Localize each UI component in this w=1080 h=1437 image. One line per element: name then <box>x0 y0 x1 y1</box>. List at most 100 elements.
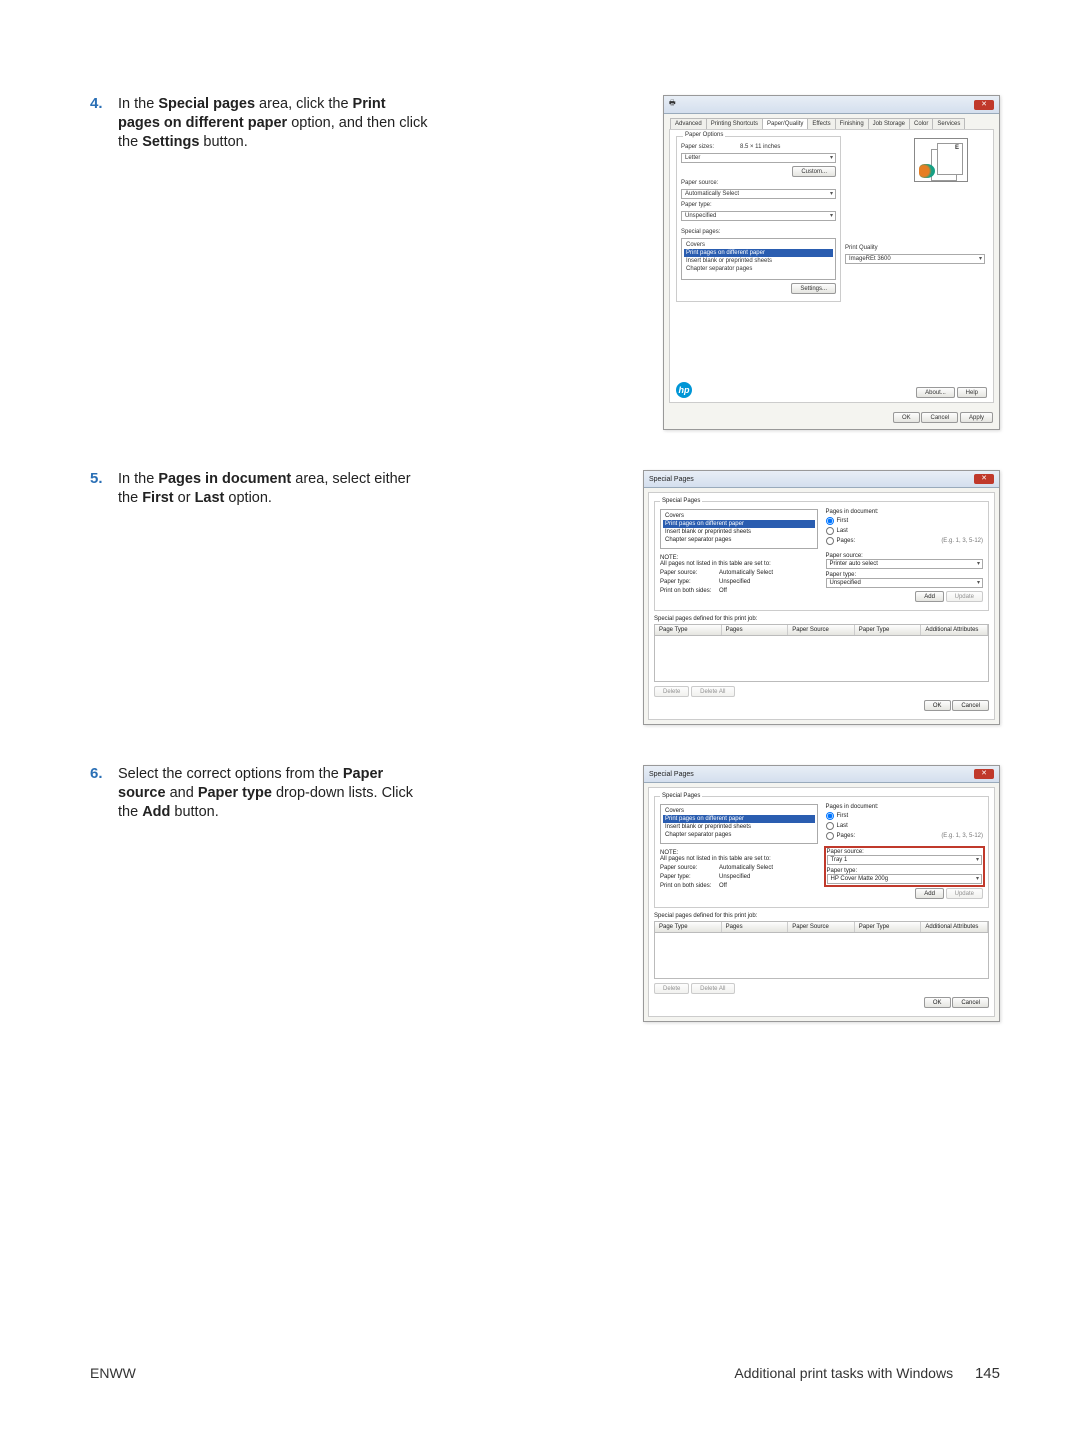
list-item[interactable]: Insert blank or preprinted sheets <box>663 823 815 831</box>
page-number: 145 <box>975 1365 1000 1382</box>
cancel-button[interactable]: Cancel <box>952 700 989 711</box>
col-paper-type: Paper Type <box>855 625 922 635</box>
step-6-text: Select the correct options from the Pape… <box>118 765 428 1022</box>
page-footer: ENWW Additional print tasks with Windows… <box>90 1365 1000 1382</box>
tab-effects[interactable]: Effects <box>807 118 835 129</box>
defined-pages-label: Special pages defined for this print job… <box>654 616 989 622</box>
step-5-number: 5. <box>90 470 118 725</box>
note-text: All pages not listed in this table are s… <box>660 856 818 862</box>
list-item[interactable]: Covers <box>684 241 833 249</box>
text-fragment: button. <box>170 804 218 820</box>
list-item[interactable]: Covers <box>663 512 815 520</box>
list-item-selected[interactable]: Print pages on different paper <box>663 815 815 823</box>
settings-button[interactable]: Settings... <box>791 283 836 294</box>
special-pages-dialog: Special Pages ✕ Special Pages Covers Pri… <box>643 470 1000 725</box>
add-button[interactable]: Add <box>915 591 944 602</box>
note-paper-source-value: Automatically Select <box>719 865 773 871</box>
print-quality-label: Print Quality <box>845 245 985 251</box>
text-fragment: or <box>174 490 195 506</box>
special-pages-list[interactable]: Covers Print pages on different paper In… <box>660 804 818 844</box>
note-paper-source-label: Paper source: <box>660 865 715 871</box>
footer-section-title: Additional print tasks with Windows <box>734 1365 953 1381</box>
radio-last-label: Last <box>837 528 848 534</box>
radio-first[interactable]: First <box>826 517 984 525</box>
list-item[interactable]: Chapter separator pages <box>684 265 833 273</box>
delete-button[interactable]: Delete <box>654 983 689 994</box>
paper-type-select[interactable]: Unspecified <box>681 211 836 221</box>
paper-source-label: Paper source: <box>681 180 736 186</box>
radio-first[interactable]: First <box>826 812 984 820</box>
special-pages-list[interactable]: Covers Print pages on different paper In… <box>681 238 836 280</box>
tab-printing-shortcuts[interactable]: Printing Shortcuts <box>706 118 763 129</box>
radio-first-label: First <box>837 518 849 524</box>
right-paper-source-select[interactable]: Printer auto select <box>826 559 984 569</box>
update-button[interactable]: Update <box>946 591 983 602</box>
radio-pages[interactable]: Pages:(E.g. 1, 3, 5-12) <box>826 537 984 545</box>
add-button[interactable]: Add <box>915 888 944 899</box>
about-button[interactable]: About... <box>916 387 955 398</box>
col-paper-type: Paper Type <box>855 922 922 932</box>
radio-pages[interactable]: Pages:(E.g. 1, 3, 5-12) <box>826 832 984 840</box>
tab-paper-quality[interactable]: Paper/Quality <box>762 118 808 129</box>
right-paper-type-select[interactable]: Unspecified <box>826 578 984 588</box>
print-quality-select[interactable]: ImageREt 3600 <box>845 254 985 264</box>
right-paper-type-select-step6[interactable]: HP Cover Matte 200g <box>827 874 983 884</box>
note-both-sides-label: Print on both sides: <box>660 883 715 889</box>
list-item[interactable]: Insert blank or preprinted sheets <box>663 528 815 536</box>
radio-last[interactable]: Last <box>826 822 984 830</box>
apply-button[interactable]: Apply <box>960 412 993 423</box>
tab-finishing[interactable]: Finishing <box>835 118 869 129</box>
right-paper-source-select-step6[interactable]: Tray 1 <box>827 855 983 865</box>
cancel-button[interactable]: Cancel <box>952 997 989 1008</box>
list-item[interactable]: Chapter separator pages <box>663 831 815 839</box>
tab-advanced[interactable]: Advanced <box>670 118 707 129</box>
paper-sizes-value: 8.5 × 11 inches <box>740 144 780 150</box>
radio-last[interactable]: Last <box>826 527 984 535</box>
paper-size-select[interactable]: Letter <box>681 153 836 163</box>
ok-button[interactable]: OK <box>924 997 951 1008</box>
paper-source-select[interactable]: Automatically Select <box>681 189 836 199</box>
defined-pages-label: Special pages defined for this print job… <box>654 913 989 919</box>
defined-table-header: Page Type Pages Paper Source Paper Type … <box>654 921 989 933</box>
special-pages-list[interactable]: Covers Print pages on different paper In… <box>660 509 818 549</box>
col-paper-source: Paper Source <box>788 922 855 932</box>
dialog-title-text: Special Pages <box>649 476 694 483</box>
text-fragment: area, click the <box>255 96 353 112</box>
update-button[interactable]: Update <box>946 888 983 899</box>
tab-services[interactable]: Services <box>932 118 965 129</box>
list-item-selected[interactable]: Print pages on different paper <box>684 249 833 257</box>
col-page-type: Page Type <box>655 922 722 932</box>
delete-all-button[interactable]: Delete All <box>691 686 734 697</box>
text-bold: First <box>142 490 173 506</box>
preview-label: E <box>955 145 959 151</box>
list-item-selected[interactable]: Print pages on different paper <box>663 520 815 528</box>
note-paper-type-label: Paper type: <box>660 579 715 585</box>
delete-button[interactable]: Delete <box>654 686 689 697</box>
close-icon[interactable]: ✕ <box>974 769 994 779</box>
text-fragment: Select the correct options from the <box>118 766 343 782</box>
text-bold: Add <box>142 804 170 820</box>
note-both-sides-value: Off <box>719 883 727 889</box>
special-pages-label: Special pages: <box>681 229 736 235</box>
list-item[interactable]: Covers <box>663 807 815 815</box>
delete-all-button[interactable]: Delete All <box>691 983 734 994</box>
step-6-number: 6. <box>90 765 118 1022</box>
hp-logo-icon: hp <box>676 382 692 398</box>
text-bold: Last <box>195 490 225 506</box>
list-item[interactable]: Insert blank or preprinted sheets <box>684 257 833 265</box>
close-icon[interactable]: ✕ <box>974 100 994 110</box>
tab-color[interactable]: Color <box>909 118 933 129</box>
ok-button[interactable]: OK <box>893 412 920 423</box>
ok-button[interactable]: OK <box>924 700 951 711</box>
cancel-button[interactable]: Cancel <box>921 412 958 423</box>
custom-button[interactable]: Custom... <box>792 166 836 177</box>
paper-sizes-label: Paper sizes: <box>681 144 736 150</box>
help-button[interactable]: Help <box>957 387 987 398</box>
tab-job-storage[interactable]: Job Storage <box>868 118 910 129</box>
note-both-sides-label: Print on both sides: <box>660 588 715 594</box>
col-paper-source: Paper Source <box>788 625 855 635</box>
close-icon[interactable]: ✕ <box>974 474 994 484</box>
text-fragment: button. <box>199 134 247 150</box>
list-item[interactable]: Chapter separator pages <box>663 536 815 544</box>
text-fragment: and <box>166 785 198 801</box>
